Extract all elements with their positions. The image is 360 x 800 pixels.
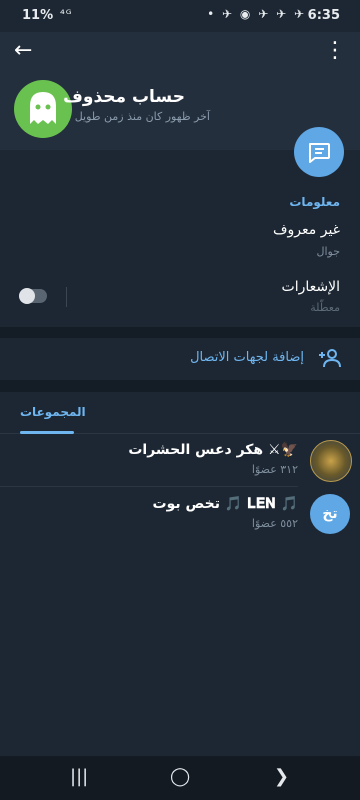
- add-user-icon: [319, 349, 341, 368]
- add-contact-row[interactable]: إضافة لجهات الاتصال: [0, 338, 360, 380]
- group-name[interactable]: هكر دعس الحشرات ⚔🦅: [128, 442, 298, 458]
- notification-icons: • ✈ ◉ ✈ ✈ ✈: [207, 7, 306, 21]
- clock: 6:35: [307, 8, 340, 23]
- section-separator: [0, 380, 360, 392]
- group-avatar[interactable]: [310, 440, 352, 482]
- notifications-label[interactable]: الإشعارات: [282, 279, 340, 295]
- status-bar: 11% ⁴ᴳ • ✈ ◉ ✈ ✈ ✈ 6:35: [0, 0, 360, 32]
- notifications-toggle[interactable]: [19, 288, 47, 304]
- notifications-status: معطّلة: [310, 301, 340, 314]
- phone-value[interactable]: غير معروف: [273, 222, 340, 238]
- back-icon[interactable]: ❯: [274, 766, 289, 787]
- group-members: ٥٥٢ عضوًا: [251, 517, 298, 530]
- section-separator: [0, 327, 360, 338]
- more-menu-icon[interactable]: ⋮: [324, 38, 346, 63]
- profile-name: حساب محذوف: [63, 87, 185, 107]
- chat-icon: [309, 143, 330, 163]
- phone-label: جوال: [316, 245, 340, 258]
- divider: [66, 287, 67, 307]
- signal-icon: ⁴ᴳ: [60, 7, 73, 21]
- tab-indicator: [20, 431, 74, 434]
- system-nav-bar: ||| ◯ ❯: [0, 756, 360, 800]
- add-contact-label: إضافة لجهات الاتصال: [190, 350, 304, 365]
- last-seen-status: آخر ظهور كان منذ زمن طويل: [74, 110, 210, 123]
- group-members: ٣١٢ عضوًا: [251, 463, 298, 476]
- info-section-title: معلومات: [289, 195, 340, 209]
- group-name[interactable]: تخص بوت 🎵 𝐋𝐄𝐍 🎵: [153, 496, 298, 512]
- home-icon[interactable]: ◯: [170, 766, 190, 787]
- group-avatar[interactable]: تخ: [310, 494, 350, 534]
- recent-apps-icon[interactable]: |||: [70, 766, 88, 787]
- message-button[interactable]: [294, 127, 344, 177]
- tab-groups[interactable]: المجموعات: [20, 405, 86, 419]
- row-divider: [0, 486, 298, 487]
- battery-level: 11%: [22, 8, 54, 23]
- back-arrow-icon[interactable]: ←: [14, 38, 32, 63]
